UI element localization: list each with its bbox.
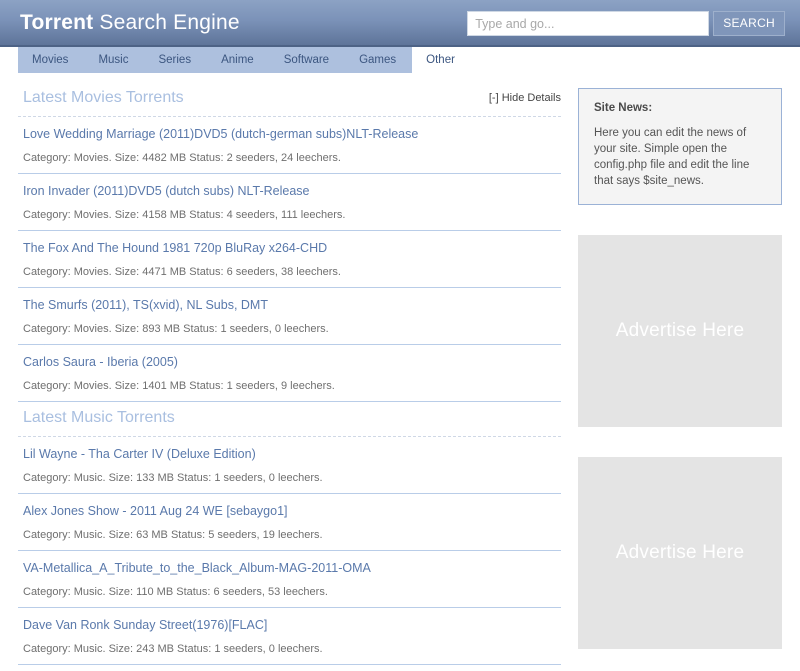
torrent-meta: Category: Movies. Size: 4158 MB Status: … (23, 209, 346, 221)
torrent-title-link[interactable]: Lil Wayne - Tha Carter IV (Deluxe Editio… (18, 446, 561, 462)
torrent-row: Alex Jones Show - 2011 Aug 24 WE [sebayg… (18, 494, 561, 551)
site-header: Torrent Search Engine SEARCH (0, 0, 800, 47)
hide-details-toggle[interactable]: [-] Hide Details (489, 92, 561, 104)
nav-item-anime[interactable]: Anime (221, 54, 254, 66)
site-news-box: Site News: Here you can edit the news of… (578, 88, 782, 205)
torrent-section: Latest Movies Torrents [-] Hide Details Lo… (18, 88, 561, 402)
torrent-meta: Category: Movies. Size: 1401 MB Status: … (23, 380, 335, 392)
torrent-title-link[interactable]: VA-Metallica_A_Tribute_to_the_Black_Albu… (18, 560, 561, 576)
main-content: Latest Movies Torrents [-] Hide Details Lo… (18, 88, 561, 671)
nav-item-software[interactable]: Software (284, 54, 329, 66)
page-body: Latest Movies Torrents [-] Hide Details Lo… (0, 73, 800, 665)
advertise-label: Advertise Here (615, 320, 745, 341)
search-form: SEARCH (467, 11, 785, 36)
torrent-row: The Fox And The Hound 1981 720p BluRay x… (18, 231, 561, 288)
torrent-title-link[interactable]: Dave Van Ronk Sunday Street(1976)[FLAC] (18, 617, 561, 633)
nav-item-movies[interactable]: Movies (32, 54, 68, 66)
torrent-meta: Category: Music. Size: 110 MB Status: 6 … (23, 586, 328, 598)
nav-item-games[interactable]: Games (359, 54, 396, 66)
site-news-title: Site News: (594, 102, 653, 114)
torrent-meta: Category: Movies. Size: 893 MB Status: 1… (23, 323, 329, 335)
category-navbar-inner: Movies Music Series Anime Software Games Other (18, 47, 455, 73)
section-header: Latest Movies Torrents [-] Hide Details (18, 88, 561, 114)
torrent-row: The Smurfs (2011), TS(xvid), NL Subs, DM… (18, 288, 561, 345)
category-navbar: Movies Music Series Anime Software Games Other (0, 47, 800, 73)
advertise-label: Advertise Here (615, 542, 745, 563)
nav-item-other[interactable]: Other (426, 54, 455, 66)
torrent-section: Latest Music Torrents Lil Wayne - Tha Car… (18, 408, 561, 665)
section-title: Latest Music Torrents (23, 409, 175, 426)
torrent-meta: Category: Music. Size: 243 MB Status: 1 … (23, 643, 323, 655)
logo-light-text: Search Engine (93, 11, 240, 34)
torrent-row: Iron Invader (2011)DVD5 (dutch subs) NLT… (18, 174, 561, 231)
torrent-meta: Category: Music. Size: 133 MB Status: 1 … (23, 472, 323, 484)
logo-strong-text: Torrent (20, 11, 94, 34)
site-news-text: Here you can edit the news of your site.… (594, 127, 750, 187)
torrent-row: Lil Wayne - Tha Carter IV (Deluxe Editio… (18, 437, 561, 494)
torrent-title-link[interactable]: The Fox And The Hound 1981 720p BluRay x… (18, 240, 561, 256)
nav-item-music[interactable]: Music (98, 54, 128, 66)
torrent-meta: Category: Music. Size: 63 MB Status: 5 s… (23, 529, 323, 541)
torrent-row: Carlos Saura - Iberia (2005) Category: Mo… (18, 345, 561, 402)
nav-item-series[interactable]: Series (158, 54, 191, 66)
torrent-title-link[interactable]: The Smurfs (2011), TS(xvid), NL Subs, DM… (18, 297, 561, 313)
advertise-box-1[interactable]: Advertise Here (578, 235, 782, 427)
section-title: Latest Movies Torrents (23, 89, 184, 106)
sidebar: Site News: Here you can edit the news of… (578, 88, 782, 649)
torrent-row: Love Wedding Marriage (2011)DVD5 (dutch-… (18, 117, 561, 174)
torrent-meta: Category: Movies. Size: 4482 MB Status: … (23, 152, 341, 164)
torrent-row: Dave Van Ronk Sunday Street(1976)[FLAC] C… (18, 608, 561, 665)
search-input[interactable] (467, 11, 710, 36)
torrent-title-link[interactable]: Carlos Saura - Iberia (2005) (18, 354, 561, 370)
torrent-row: VA-Metallica_A_Tribute_to_the_Black_Albu… (18, 551, 561, 608)
torrent-title-link[interactable]: Alex Jones Show - 2011 Aug 24 WE [sebayg… (18, 503, 561, 519)
section-header: Latest Music Torrents (18, 408, 561, 434)
torrent-title-link[interactable]: Love Wedding Marriage (2011)DVD5 (dutch-… (18, 126, 561, 142)
torrent-meta: Category: Movies. Size: 4471 MB Status: … (23, 266, 341, 278)
advertise-box-2[interactable]: Advertise Here (578, 457, 782, 649)
site-logo[interactable]: Torrent Search Engine (20, 11, 240, 35)
search-button[interactable]: SEARCH (713, 11, 785, 36)
torrent-title-link[interactable]: Iron Invader (2011)DVD5 (dutch subs) NLT… (18, 183, 561, 199)
